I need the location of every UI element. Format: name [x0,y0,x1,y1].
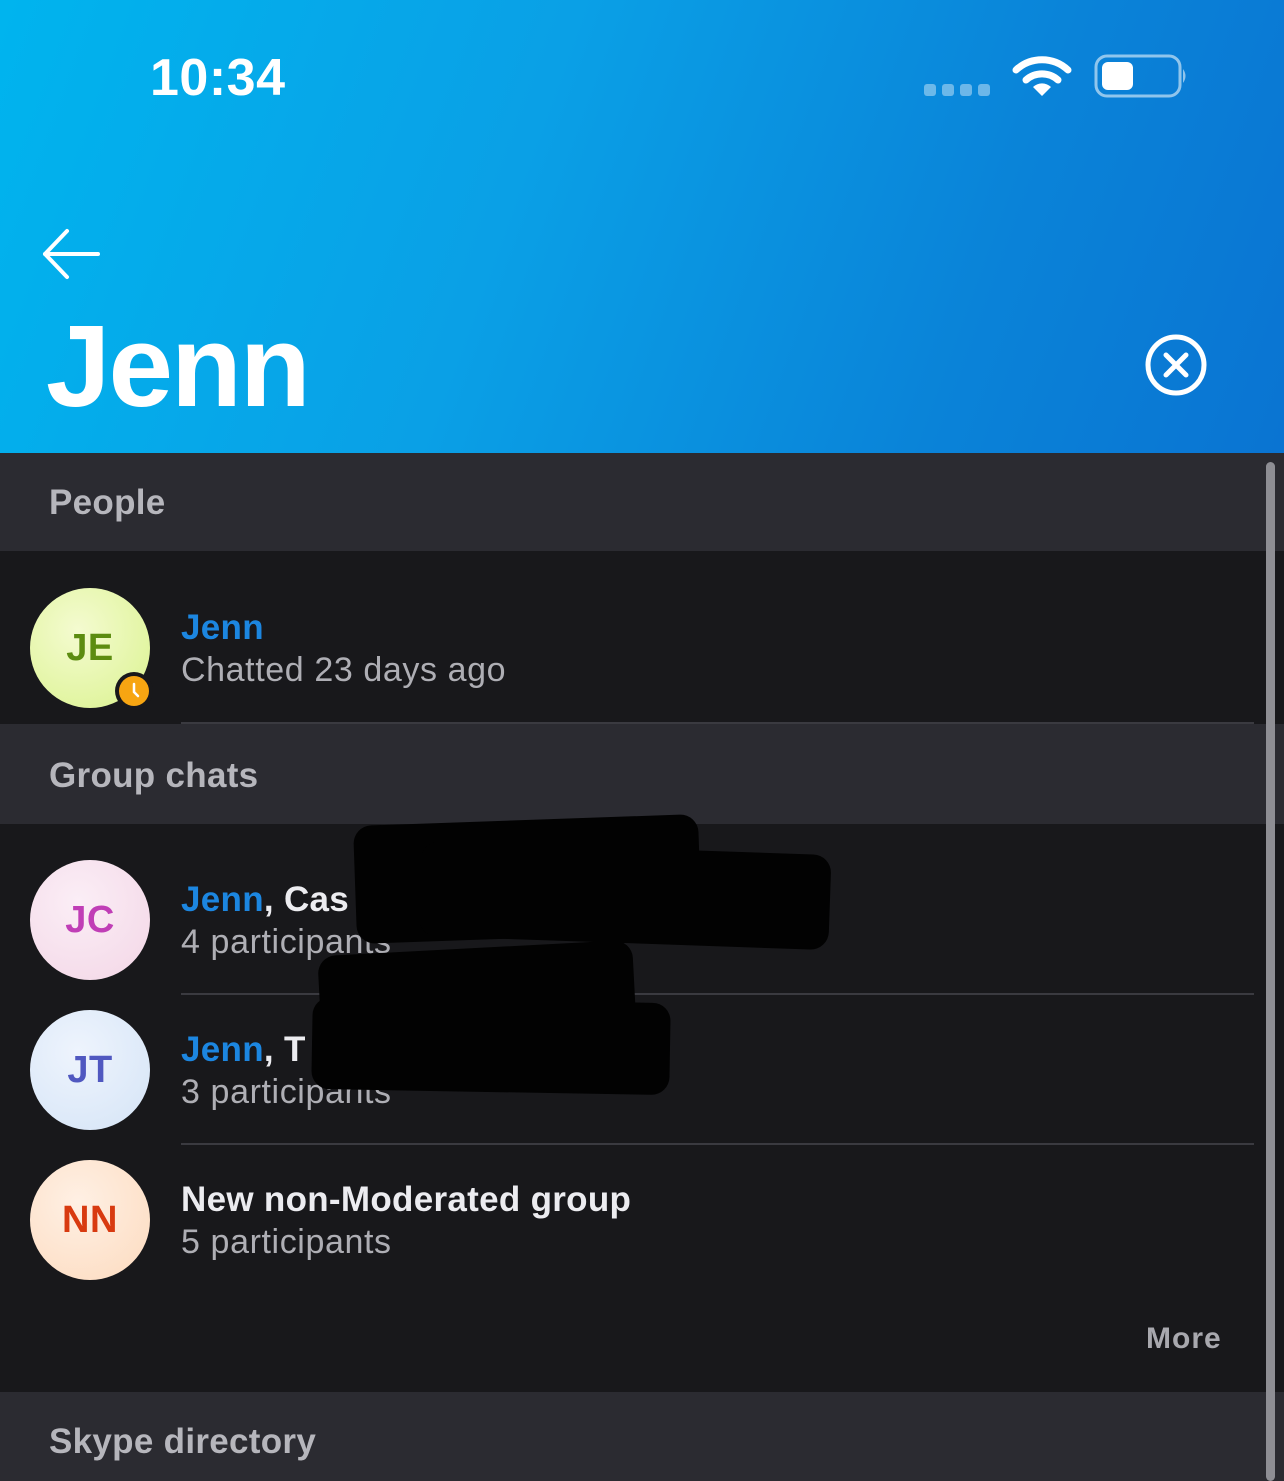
back-button[interactable] [40,226,102,282]
people-section-header: People [0,453,1284,551]
group-chats-section-header: Group chats [0,724,1284,824]
group-name: Jenn, T [181,1030,306,1069]
clock-icon [119,676,149,706]
redaction-mark [418,840,832,951]
status-time: 10:34 [150,49,286,107]
cellular-signal-icon [924,84,990,96]
redaction-mark [311,996,671,1096]
more-button[interactable]: More [1146,1322,1222,1356]
group-name: Jenn, Cas [181,880,350,919]
contact-name: Jenn [181,608,264,647]
search-header: 10:34 Jenn [0,0,1284,453]
directory-section-header: Skype directory [0,1392,1284,1481]
group-chat-item[interactable]: NN New non-Moderated group 5 participant… [0,1145,1264,1295]
scrollbar[interactable] [1266,462,1275,1481]
section-title: Skype directory [49,1422,317,1461]
arrow-left-icon [43,229,100,279]
wifi-icon [1012,56,1072,96]
avatar: JT [30,1010,150,1130]
avatar: JC [30,860,150,980]
section-title: Group chats [49,756,259,795]
group-name: New non-Moderated group [181,1180,632,1219]
close-circle-icon [1145,334,1207,396]
section-title: People [49,483,166,522]
search-query-input[interactable]: Jenn [46,308,311,424]
contact-subtitle: Chatted 23 days ago [181,651,507,689]
presence-away-badge [115,672,153,710]
clear-search-button[interactable] [1144,333,1208,397]
battery-icon [1094,54,1186,98]
avatar: NN [30,1160,150,1280]
people-item[interactable]: JE Jenn Chatted 23 days ago [0,573,1264,723]
participant-count: 5 participants [181,1223,392,1261]
